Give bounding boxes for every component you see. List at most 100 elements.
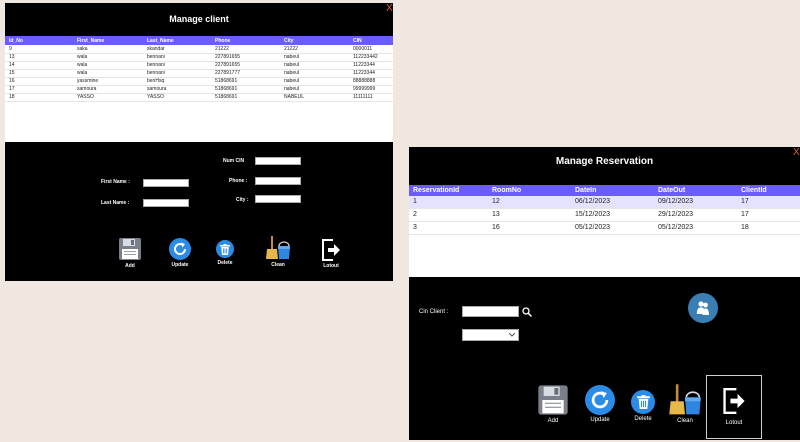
cell: 16 <box>492 224 500 231</box>
cell: yassmine <box>77 78 99 84</box>
reservation-select[interactable] <box>462 329 519 341</box>
logout-button-label: Lotout <box>725 420 743 426</box>
cell: 09/12/2023 <box>658 198 694 206</box>
cell: 17 <box>9 86 15 92</box>
add-button-label: Add <box>547 418 559 424</box>
cell: 15 <box>9 70 15 76</box>
phone-label: Phone : <box>229 178 248 184</box>
num-cin-input[interactable] <box>255 157 301 165</box>
cell: 3 <box>413 224 417 231</box>
city-label: City : <box>236 197 249 203</box>
column-header[interactable]: First_Name <box>73 36 143 45</box>
chevron-down-icon <box>509 333 515 337</box>
add-button[interactable]: Add <box>118 237 142 269</box>
column-header[interactable]: DateIn <box>571 185 654 196</box>
cell: 13 <box>9 54 15 60</box>
cell: 05/12/2023 <box>575 224 611 231</box>
cell: saka <box>77 45 88 52</box>
column-header[interactable]: Last_Name <box>143 36 211 45</box>
cin-client-label: Cin Client : <box>419 309 449 315</box>
table-row[interactable]: 15 wala bennani 227891777 nabeul 1122334… <box>5 69 393 77</box>
cell: 51868691 <box>215 78 238 84</box>
cell: nabeul <box>284 54 300 60</box>
cell: skandar <box>147 45 165 52</box>
cell: 112233442 <box>353 54 378 60</box>
column-header[interactable]: DateOut <box>654 185 737 196</box>
column-header[interactable]: Phone <box>211 36 280 45</box>
floppy-disk-icon <box>538 385 568 415</box>
cell: NABEUL <box>284 94 305 100</box>
table-row[interactable]: 14 wala bennani 227891655 nabeul 1122334… <box>5 61 393 69</box>
city-input[interactable] <box>255 195 301 203</box>
first-name-input[interactable] <box>143 179 189 187</box>
cell: nabeul <box>284 86 300 92</box>
last-name-input[interactable] <box>143 199 189 207</box>
num-cin-label: Num CIN <box>223 158 245 164</box>
phone-input[interactable] <box>255 177 301 185</box>
manage-client-window: X Manage client Id_No First_Name Last_Na… <box>5 3 393 281</box>
column-header[interactable]: ReservationId <box>409 185 488 196</box>
table-row[interactable]: 16 yassmine benHsq 51868691 nabeul 88888… <box>5 77 393 85</box>
update-button[interactable]: Update <box>585 385 615 423</box>
cell: 51868691 <box>215 86 238 92</box>
last-name-label: Last Name : <box>101 200 130 206</box>
table-row[interactable]: 18 YASSO YASSO 51868691 NABEUL 11111111 <box>5 93 393 101</box>
column-header[interactable]: RoomNo <box>488 185 571 196</box>
close-client-window-button[interactable]: X <box>386 3 393 14</box>
update-button[interactable]: Update <box>169 238 191 268</box>
column-header[interactable]: City <box>280 36 349 45</box>
cell: 21222 <box>215 45 229 52</box>
trash-icon <box>631 390 655 414</box>
cell: 51868691 <box>215 94 238 100</box>
cell: 21222 <box>284 45 298 52</box>
clean-button[interactable]: Clean <box>668 384 702 424</box>
table-row[interactable]: 13 wala bennani 227891655 nabeul 1122334… <box>5 53 393 61</box>
floppy-disk-icon <box>119 238 141 260</box>
cell: samoura <box>77 86 97 92</box>
reservation-table-header: ReservationId RoomNo DateIn DateOut Clie… <box>409 185 800 196</box>
client-table-header: Id_No First_Name Last_Name Phone City CI… <box>5 36 393 45</box>
column-header[interactable]: Id_No <box>5 36 73 45</box>
cell: 29/12/2023 <box>658 211 694 218</box>
clean-button-label: Clean <box>271 262 285 268</box>
clean-button-label: Clean <box>677 418 693 424</box>
table-row[interactable]: 1 12 06/12/2023 09/12/2023 17 <box>409 196 800 208</box>
cell: 88888888 <box>353 78 376 84</box>
cin-client-input[interactable] <box>462 306 519 317</box>
logout-button[interactable]: Lotout <box>321 239 341 269</box>
delete-button[interactable]: Delete <box>631 390 655 422</box>
cell: nabeul <box>284 70 300 76</box>
cell: YASSO <box>77 94 94 100</box>
exit-icon <box>322 239 340 261</box>
cell: 14 <box>9 62 15 68</box>
exit-icon <box>723 388 745 414</box>
cell: 227891777 <box>215 70 241 76</box>
cell: 11111111 <box>353 94 373 100</box>
reservation-table[interactable]: ReservationId RoomNo DateIn DateOut Clie… <box>409 185 800 277</box>
add-button[interactable]: Add <box>537 384 569 424</box>
cell: 9 <box>9 45 12 52</box>
table-row[interactable]: 9 saka skandar 21222 21222 0000011 <box>5 45 393 53</box>
delete-button[interactable]: Delete <box>216 240 234 266</box>
search-icon[interactable] <box>522 307 532 317</box>
cell: wala <box>77 62 88 68</box>
cell: bennani <box>147 54 165 60</box>
cell: 12 <box>492 198 500 206</box>
logout-button[interactable]: Lotout <box>706 375 762 439</box>
column-header[interactable]: CIN <box>349 36 393 45</box>
people-icon[interactable] <box>688 293 718 323</box>
column-header[interactable]: ClientId <box>737 185 800 196</box>
cell: 11223344 <box>353 70 375 76</box>
table-row[interactable]: 3 16 05/12/2023 05/12/2023 18 <box>409 221 800 234</box>
logout-button-label: Lotout <box>323 263 339 269</box>
cell: YASSO <box>147 94 164 100</box>
clean-button[interactable]: Clean <box>265 236 291 268</box>
first-name-label: First Name : <box>101 179 130 185</box>
cell: 1 <box>413 198 417 206</box>
table-row[interactable]: 2 13 15/12/2023 29/12/2023 17 <box>409 208 800 221</box>
table-row[interactable]: 17 samoura samoura 51868691 nabeul 99999… <box>5 85 393 93</box>
broom-bucket-icon <box>266 236 290 259</box>
client-window-title: Manage client <box>169 14 229 24</box>
cell: 0000011 <box>353 45 373 52</box>
client-table[interactable]: Id_No First_Name Last_Name Phone City CI… <box>5 36 393 142</box>
